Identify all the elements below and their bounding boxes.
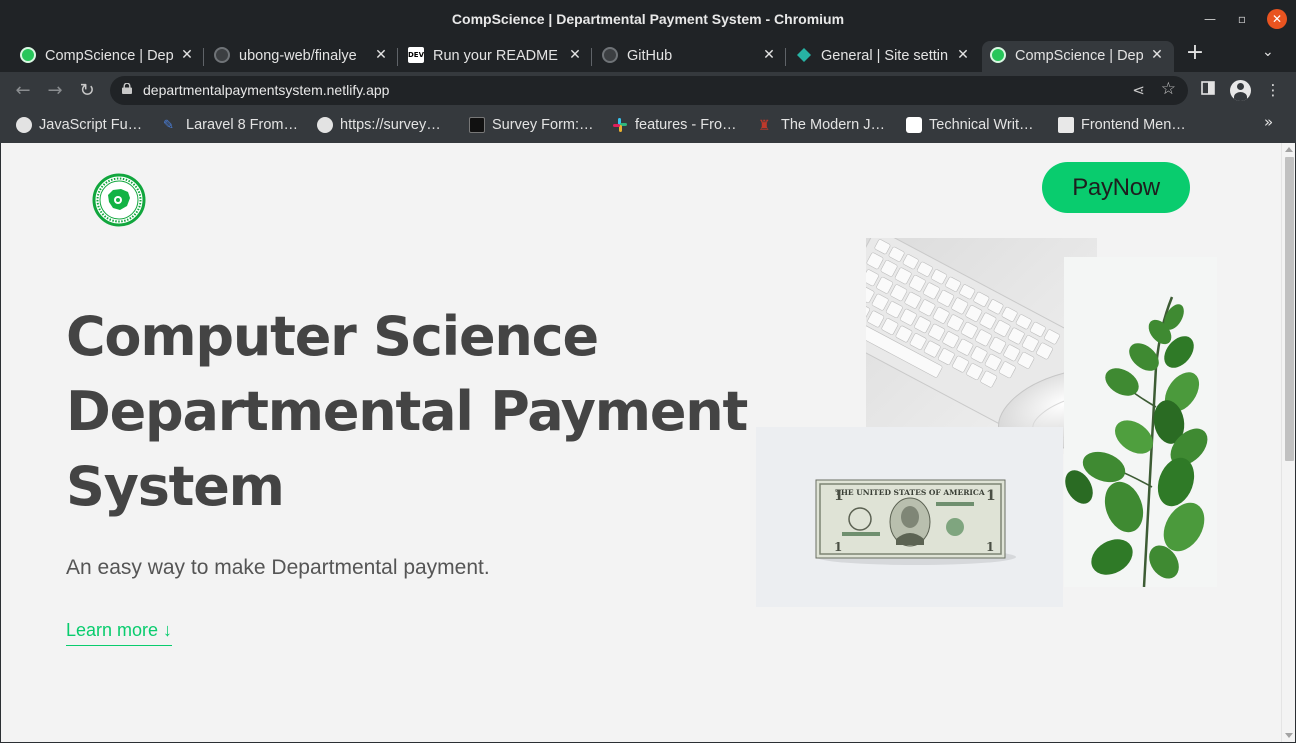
side-panel-icon[interactable] xyxy=(1197,79,1219,101)
tab-netlify-settings[interactable]: General | Site settin ✕ xyxy=(788,41,980,72)
tab-close-icon[interactable]: ✕ xyxy=(179,46,195,62)
tab-label: CompScience | Dep xyxy=(45,48,174,64)
hero-title-line: System xyxy=(66,455,285,518)
tab-compscience-active[interactable]: CompScience | Dep ✕ xyxy=(982,41,1174,72)
bookmark-label: JavaScript Fu… xyxy=(39,117,143,133)
page-scrollbar[interactable] xyxy=(1281,143,1295,742)
window-titlebar: CompScience | Departmental Payment Syste… xyxy=(0,0,1296,38)
bookmark-frontend-mentor[interactable]: Frontend Men… xyxy=(1058,115,1203,137)
bookmark-modern-js[interactable]: ♜ The Modern J… xyxy=(758,115,898,137)
scroll-down-arrow-icon[interactable] xyxy=(1285,733,1293,738)
minimize-icon[interactable]: — xyxy=(1201,10,1219,28)
tab-github[interactable]: GitHub ✕ xyxy=(594,41,786,72)
url-text: departmentalpaymentsystem.netlify.app xyxy=(143,82,390,98)
profile-avatar-icon[interactable] xyxy=(1230,80,1251,101)
bookmark-survey-form[interactable]: Survey Form:… xyxy=(469,115,604,137)
globe-icon xyxy=(16,117,32,133)
new-tab-button[interactable]: + xyxy=(1184,42,1206,64)
browser-toolbar: ← → ↻ departmentalpaymentsystem.netlify.… xyxy=(0,72,1296,109)
tab-label: Run your README xyxy=(433,48,558,64)
site-logo-icon xyxy=(990,47,1006,63)
page-viewport: PayNow Computer Science Departmental Pay… xyxy=(1,143,1295,742)
paynow-button[interactable]: PayNow xyxy=(1042,162,1190,213)
bookmark-label: Survey Form:… xyxy=(492,117,594,133)
tab-github-repo[interactable]: ubong-web/finalye ✕ xyxy=(206,41,398,72)
bookmark-laravel[interactable]: ✎ Laravel 8 From… xyxy=(163,115,308,137)
bookmarks-overflow-icon[interactable]: » xyxy=(1264,113,1273,131)
tab-close-icon[interactable]: ✕ xyxy=(761,46,777,62)
keyboard-mouse-image xyxy=(866,238,1097,454)
github-icon xyxy=(602,47,618,63)
tab-close-icon[interactable]: ✕ xyxy=(1149,46,1165,62)
scroll-up-arrow-icon[interactable] xyxy=(1285,147,1293,152)
tab-label: ubong-web/finalye xyxy=(239,48,357,64)
plant-image xyxy=(1064,257,1217,587)
bookmark-icon xyxy=(469,117,485,133)
scrollbar-thumb[interactable] xyxy=(1285,157,1294,461)
close-icon[interactable]: ✕ xyxy=(1267,9,1287,29)
bookmark-features[interactable]: features - Fro… xyxy=(612,115,752,137)
bookmark-label: https://survey… xyxy=(340,117,441,133)
bookmark-javascript[interactable]: JavaScript Fu… xyxy=(16,115,156,137)
bookmark-label: features - Fro… xyxy=(635,117,737,133)
tab-close-icon[interactable]: ✕ xyxy=(567,46,583,62)
svg-text:1: 1 xyxy=(834,540,842,554)
svg-text:1: 1 xyxy=(986,488,996,504)
bookmark-label: Frontend Men… xyxy=(1081,117,1186,133)
share-icon[interactable]: ⋖ xyxy=(1132,81,1145,99)
learn-more-link[interactable]: Learn more ↓ xyxy=(66,620,173,646)
address-bar[interactable]: departmentalpaymentsystem.netlify.app ⋖ … xyxy=(110,76,1188,105)
window-title: CompScience | Departmental Payment Syste… xyxy=(451,11,845,27)
forward-arrow-icon[interactable]: → xyxy=(42,78,68,104)
tab-dev-readme[interactable]: DEV Run your README ✕ xyxy=(400,41,592,72)
bookmark-label: Laravel 8 From… xyxy=(186,117,299,133)
tab-label: GitHub xyxy=(627,48,673,64)
dev-icon: DEV xyxy=(408,47,424,63)
maximize-icon[interactable]: ▫ xyxy=(1233,10,1251,28)
bookmark-icon xyxy=(906,117,922,133)
bookmark-star-icon[interactable]: ☆ xyxy=(1161,79,1176,99)
tab-label: CompScience | Dep xyxy=(1015,48,1143,64)
netlify-icon xyxy=(796,47,812,63)
svg-text:1: 1 xyxy=(986,540,994,554)
hero-title-line: Computer Science xyxy=(66,305,599,368)
hero-title-line: Departmental Payment xyxy=(66,380,748,443)
tab-label: General | Site settin xyxy=(821,48,949,64)
bookmark-label: The Modern J… xyxy=(781,117,885,133)
dollar-bill-image: THE UNITED STATES OF AMERICA 1 1 1 1 xyxy=(756,427,1063,607)
hero-subtitle: An easy way to make Departmental payment… xyxy=(66,556,490,579)
slack-icon xyxy=(612,117,628,133)
tab-close-icon[interactable]: ✕ xyxy=(373,46,389,62)
back-arrow-icon[interactable]: ← xyxy=(10,78,36,104)
svg-text:1: 1 xyxy=(834,488,844,504)
lock-icon xyxy=(122,83,132,94)
github-icon xyxy=(214,47,230,63)
tab-compscience-1[interactable]: CompScience | Dep ✕ xyxy=(12,41,204,72)
tab-close-icon[interactable]: ✕ xyxy=(955,46,971,62)
menu-kebab-icon[interactable]: ⋮ xyxy=(1262,79,1284,101)
bookmark-label: Technical Writ… xyxy=(929,117,1034,133)
laravel-icon: ✎ xyxy=(163,117,174,132)
globe-icon xyxy=(317,117,333,133)
bookmark-icon xyxy=(1058,117,1074,133)
bookmarks-bar: JavaScript Fu… ✎ Laravel 8 From… https:/… xyxy=(0,109,1296,143)
site-logo-icon xyxy=(20,47,36,63)
reload-icon[interactable]: ↻ xyxy=(74,78,100,104)
bill-heading-text: THE UNITED STATES OF AMERICA xyxy=(835,488,985,497)
tab-strip: CompScience | Dep ✕ ubong-web/finalye ✕ … xyxy=(0,38,1296,72)
hero-title: Computer Science Departmental Payment Sy… xyxy=(66,299,766,524)
tab-search-chevron-icon[interactable]: ⌄ xyxy=(1262,44,1274,60)
bookmark-technical-writing[interactable]: Technical Writ… xyxy=(906,115,1051,137)
department-logo[interactable] xyxy=(92,173,146,227)
bookmark-icon: ♜ xyxy=(758,117,771,133)
bookmark-survey-url[interactable]: https://survey… xyxy=(317,115,462,137)
